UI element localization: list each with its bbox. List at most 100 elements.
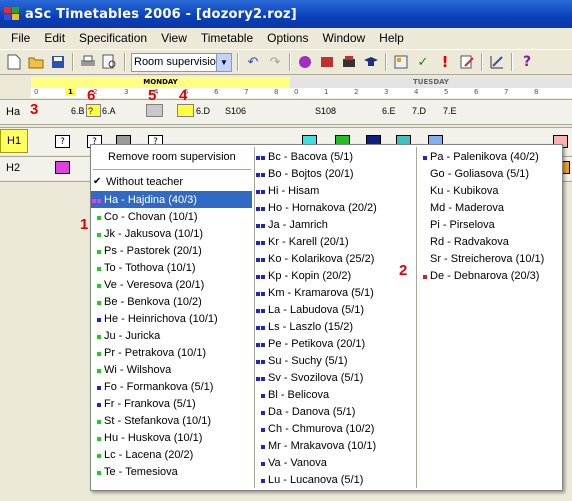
- lesson-cell[interactable]: S108: [314, 104, 342, 117]
- subjects-icon[interactable]: [338, 51, 360, 73]
- edit-document-icon[interactable]: [456, 51, 478, 73]
- teacher-menu-item[interactable]: Bl - Belicova: [256, 386, 329, 403]
- teacher-menu-item[interactable]: Ls - Laszlo (15/2): [256, 318, 353, 335]
- teacher-menu-item[interactable]: Pe - Petikova (20/1): [256, 335, 365, 352]
- teacher-menu-item[interactable]: Pr - Petrakova (10/1): [91, 344, 206, 361]
- lesson-cell[interactable]: 7.E: [442, 104, 464, 117]
- menu-file[interactable]: File: [4, 31, 37, 45]
- teacher-menu-label: Md - Maderova: [430, 201, 504, 214]
- lesson-cell[interactable]: [146, 104, 163, 117]
- print-icon[interactable]: [77, 51, 99, 73]
- teacher-menu-item[interactable]: Bo - Bojtos (20/1): [256, 165, 354, 182]
- statistics-icon[interactable]: [486, 51, 508, 73]
- teacher-menu-label: Hi - Hisam: [268, 184, 320, 197]
- teacher-menu-item[interactable]: Su - Suchy (5/1): [256, 352, 347, 369]
- teacher-menu-item[interactable]: Ja - Jamrich: [256, 216, 328, 233]
- teacher-menu-item[interactable]: Hu - Huskova (10/1): [91, 429, 202, 446]
- warning-icon[interactable]: !: [434, 51, 456, 73]
- check-icon[interactable]: ✓: [412, 51, 434, 73]
- teacher-menu-item[interactable]: Kr - Karell (20/1): [256, 233, 349, 250]
- open-folder-icon[interactable]: [25, 51, 47, 73]
- teacher-menu-label: Kp - Kopin (20/2): [268, 269, 352, 282]
- teacher-menu-item[interactable]: Md - Maderova: [418, 199, 504, 216]
- teacher-menu-item[interactable]: Rd - Radvakova: [418, 233, 509, 250]
- teacher-menu-item[interactable]: Ps - Pastorek (20/1): [91, 242, 202, 259]
- teacher-menu-item[interactable]: Te - Temesiova: [91, 463, 178, 480]
- teacher-menu-item[interactable]: Ju - Juricka: [91, 327, 160, 344]
- menu-window[interactable]: Window: [315, 31, 372, 45]
- teacher-color-swatch: [256, 474, 266, 486]
- remove-supervision-item[interactable]: Remove room supervision: [108, 148, 236, 165]
- teacher-menu-item[interactable]: He - Heinrichova (10/1): [91, 310, 218, 327]
- teacher-menu-item[interactable]: Co - Chovan (10/1): [91, 208, 198, 225]
- teacher-menu-item[interactable]: Pi - Pirselova: [418, 216, 495, 233]
- graduation-cap-icon[interactable]: [360, 51, 382, 73]
- teachers-icon[interactable]: [316, 51, 338, 73]
- lesson-cell[interactable]: 6.D: [195, 104, 217, 117]
- teacher-menu-item[interactable]: Lu - Lucanova (5/1): [256, 471, 363, 488]
- chevron-down-icon[interactable]: ▼: [216, 53, 231, 71]
- teacher-menu-item[interactable]: Ku - Kubikova: [418, 182, 498, 199]
- menu-edit[interactable]: Edit: [37, 31, 72, 45]
- toolbar-separator: [289, 53, 291, 71]
- row-label-h2[interactable]: H2: [0, 157, 31, 179]
- save-icon[interactable]: [47, 51, 69, 73]
- classes-icon[interactable]: [294, 51, 316, 73]
- teacher-menu-item[interactable]: Go - Goliasova (5/1): [418, 165, 529, 182]
- lesson-cell[interactable]: 7.D: [411, 104, 433, 117]
- row-label-ha[interactable]: Ha: [0, 100, 31, 124]
- teacher-menu-label: Ho - Hornakova (20/2): [268, 201, 377, 214]
- teacher-menu-item[interactable]: Sv - Svozilova (5/1): [256, 369, 363, 386]
- lesson-cell[interactable]: 6.E: [381, 104, 403, 117]
- teacher-menu-item[interactable]: Da - Danova (5/1): [256, 403, 355, 420]
- teacher-menu-item[interactable]: Ve - Veresova (20/1): [91, 276, 204, 293]
- teacher-color-swatch: [256, 236, 266, 248]
- lesson-cell[interactable]: 6.A: [101, 104, 121, 117]
- teacher-menu-item[interactable]: Ko - Kolarikova (25/2): [256, 250, 374, 267]
- new-file-icon[interactable]: [3, 51, 25, 73]
- teacher-menu-item[interactable]: Be - Benkova (10/2): [91, 293, 202, 310]
- teacher-menu-item[interactable]: Kp - Kopin (20/2): [256, 267, 351, 284]
- menu-view[interactable]: View: [154, 31, 194, 45]
- without-teacher-item[interactable]: ✔ Without teacher: [93, 173, 183, 190]
- teacher-menu-item[interactable]: Pa - Palenikova (40/2): [418, 148, 539, 165]
- supervision-slot[interactable]: ?: [55, 135, 70, 148]
- teacher-menu-item[interactable]: Wi - Wilshova: [91, 361, 171, 378]
- teacher-menu-item[interactable]: To - Tothova (10/1): [91, 259, 196, 276]
- teacher-menu-item[interactable]: Fr - Frankova (5/1): [91, 395, 196, 412]
- row-label-h1[interactable]: H1: [0, 129, 28, 153]
- teacher-menu-item[interactable]: De - Debnarova (20/3): [418, 267, 539, 284]
- teacher-menu-item[interactable]: Ho - Hornakova (20/2): [256, 199, 377, 216]
- menu-help[interactable]: Help: [372, 31, 411, 45]
- undo-icon[interactable]: ↶: [242, 51, 264, 73]
- teacher-menu-item[interactable]: Ch - Chmurova (10/2): [256, 420, 374, 437]
- lesson-cell[interactable]: 6.B: [70, 104, 85, 117]
- teacher-menu-item[interactable]: Fo - Formankova (5/1): [91, 378, 213, 395]
- teacher-menu-item[interactable]: Bc - Bacova (5/1): [256, 148, 353, 165]
- app-window: aSc Timetables 2006 - [dozory2.roz] File…: [0, 0, 572, 501]
- teacher-menu-item[interactable]: Km - Kramarova (5/1): [256, 284, 374, 301]
- teacher-menu-item[interactable]: Ha - Hajdina (40/3): [91, 191, 252, 208]
- menu-specification[interactable]: Specification: [72, 31, 154, 45]
- lesson-cell[interactable]: ?: [86, 104, 101, 117]
- print-preview-icon[interactable]: [99, 51, 121, 73]
- teacher-menu-item[interactable]: Hi - Hisam: [256, 182, 319, 199]
- teacher-menu-item[interactable]: Jk - Jakusova (10/1): [91, 225, 203, 242]
- teacher-menu-item[interactable]: Mr - Mrakavova (10/1): [256, 437, 376, 454]
- teacher-menu-item[interactable]: Va - Vanova: [256, 454, 327, 471]
- supervision-slot[interactable]: [55, 161, 70, 174]
- teacher-menu-label: Ps - Pastorek (20/1): [104, 244, 202, 257]
- toolbar-separator: [72, 53, 74, 71]
- teacher-menu-item[interactable]: St - Stefankova (10/1): [91, 412, 211, 429]
- help-icon[interactable]: ?: [516, 51, 538, 73]
- view-mode-select[interactable]: Room supervision ▼: [131, 52, 232, 72]
- lesson-cell[interactable]: S106: [224, 104, 252, 117]
- redo-icon[interactable]: ↷: [264, 51, 286, 73]
- settings-icon[interactable]: [390, 51, 412, 73]
- menu-options[interactable]: Options: [260, 31, 315, 45]
- teacher-menu-item[interactable]: Sr - Streicherova (10/1): [418, 250, 544, 267]
- teacher-menu-item[interactable]: Lc - Lacena (20/2): [91, 446, 193, 463]
- lesson-cell[interactable]: [177, 104, 194, 117]
- menu-timetable[interactable]: Timetable: [194, 31, 260, 45]
- teacher-menu-item[interactable]: La - Labudova (5/1): [256, 301, 364, 318]
